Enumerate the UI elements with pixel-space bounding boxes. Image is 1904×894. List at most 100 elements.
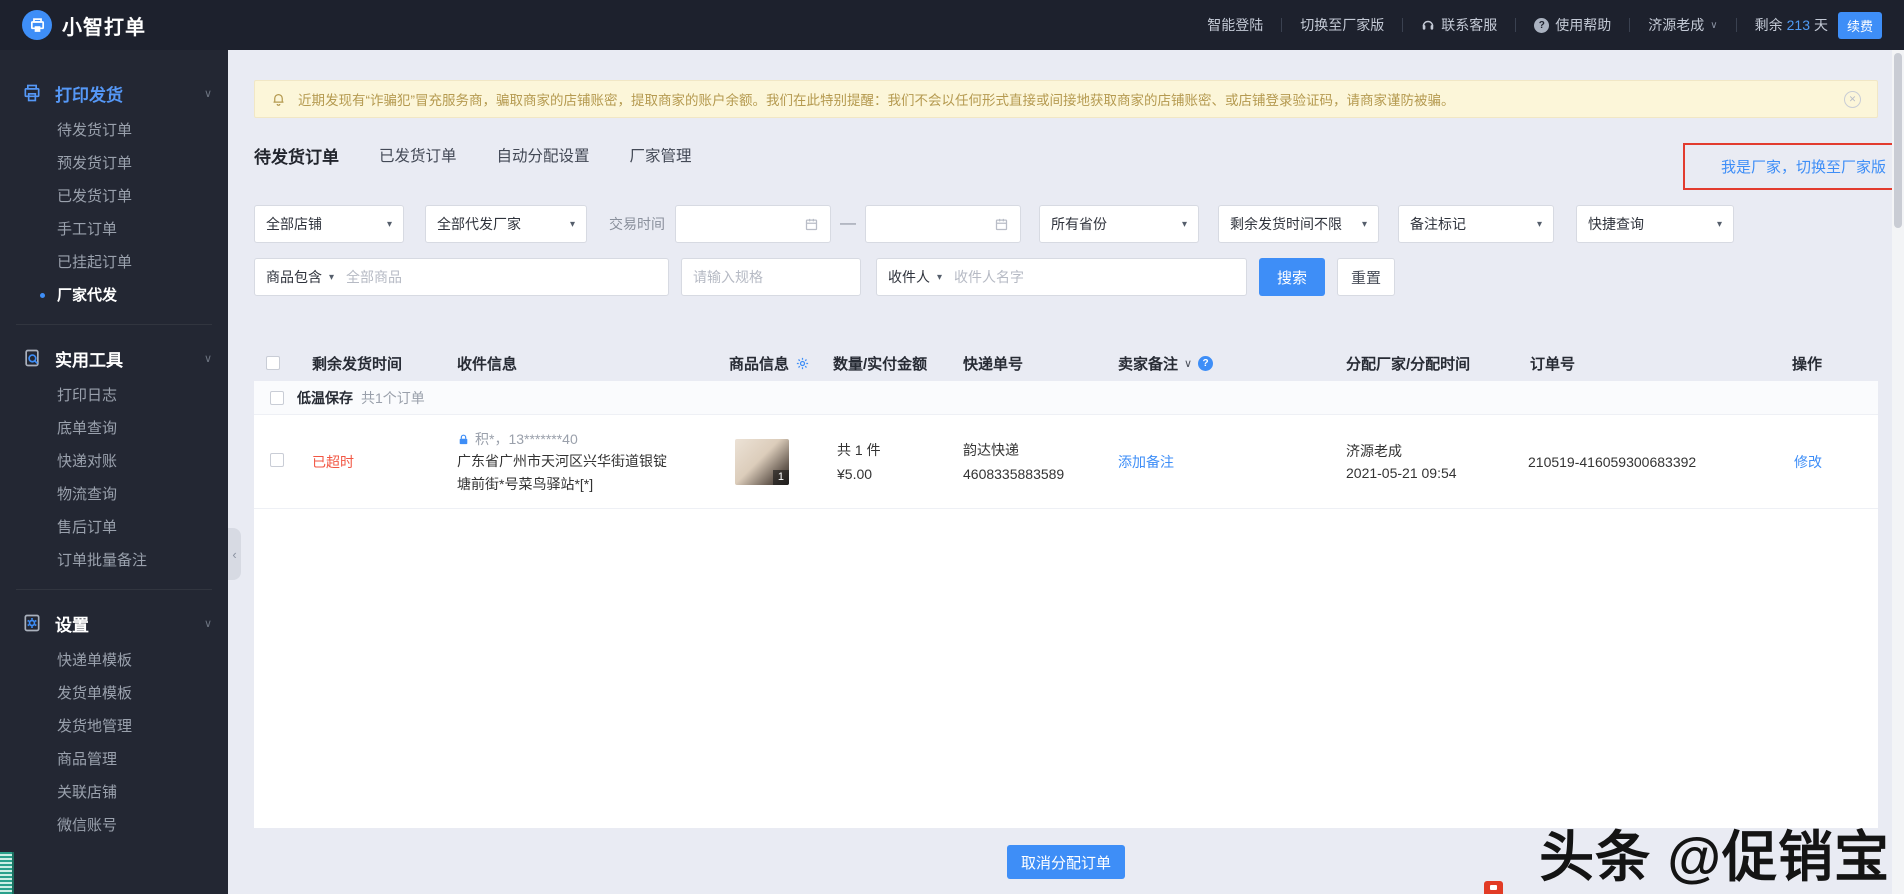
help-link[interactable]: ? 使用帮助 <box>1534 15 1611 35</box>
sidebar-item-order-batch-remark[interactable]: 订单批量备注 <box>0 544 228 577</box>
remark-tag-select[interactable]: 备注标记 ▾ <box>1398 205 1554 243</box>
contact-service-link[interactable]: 联系客服 <box>1421 15 1497 35</box>
spec-input-wrap <box>681 258 861 296</box>
province-select[interactable]: 所有省份 ▾ <box>1039 205 1199 243</box>
sidebar-collapse-handle[interactable]: ‹ <box>228 528 241 580</box>
sidebar-item-receipt-query[interactable]: 底单查询 <box>0 412 228 445</box>
renew-button[interactable]: 续费 <box>1837 11 1882 39</box>
divider <box>1629 18 1631 32</box>
caret-down-icon: ▾ <box>937 271 943 283</box>
warning-banner-text: 近期发现有“诈骗犯”冒充服务商，骗取商家的店铺账密，提取商家的账户余额。我们在此… <box>298 93 1455 108</box>
chevron-down-icon: ∨ <box>203 352 212 365</box>
tab-pending-orders[interactable]: 待发货订单 <box>254 143 339 168</box>
user-menu[interactable]: 济源老成 ∨ <box>1648 15 1717 35</box>
sidebar-item-courier-reconcile[interactable]: 快递对账 <box>0 445 228 478</box>
remaining-time-select[interactable]: 剩余发货时间不限 ▾ <box>1218 205 1379 243</box>
col-product-info: 商品信息 <box>717 353 829 374</box>
add-remark-link[interactable]: 添加备注 <box>1118 454 1174 470</box>
gear-icon[interactable] <box>795 356 810 371</box>
printer-icon <box>22 83 42 103</box>
courier-name: 韵达快递 <box>963 441 1019 458</box>
scrollbar[interactable] <box>1892 50 1904 894</box>
sidebar-item-linked-shops[interactable]: 关联店铺 <box>0 776 228 809</box>
scrollbar-thumb[interactable] <box>1894 53 1902 228</box>
sidebar-item-aftersale-orders[interactable]: 售后订单 <box>0 511 228 544</box>
sidebar-item-pending-ship-orders[interactable]: 待发货订单 <box>0 114 228 147</box>
col-tracking-no: 快递单号 <box>963 355 1024 373</box>
floating-red-icon[interactable] <box>1484 881 1503 894</box>
tab-factory-mgmt[interactable]: 厂家管理 <box>630 144 692 166</box>
caret-down-icon: ▾ <box>386 218 392 230</box>
sidebar-item-waybill-template[interactable]: 快递单模板 <box>0 644 228 677</box>
trade-time-start-input[interactable] <box>675 205 831 243</box>
recipient-masked: 积*，13*******40 <box>475 431 578 447</box>
group-checkbox[interactable] <box>270 390 284 405</box>
search-button[interactable]: 搜索 <box>1259 258 1325 296</box>
product-input[interactable] <box>346 269 657 285</box>
switch-factory-highlight-box: 我是厂家，切换至厂家版 <box>1683 143 1902 190</box>
trade-time-end-input[interactable] <box>865 205 1021 243</box>
sidebar-item-shiplist-template[interactable]: 发货单模板 <box>0 677 228 710</box>
lock-icon[interactable] <box>457 433 470 446</box>
gear-icon <box>22 613 42 633</box>
modify-link[interactable]: 修改 <box>1794 454 1822 470</box>
doc-search-icon <box>22 348 42 368</box>
quick-query-select[interactable]: 快捷查询 ▾ <box>1576 205 1734 243</box>
username: 济源老成 <box>1648 17 1705 33</box>
chevron-down-icon[interactable]: ∨ <box>1184 357 1192 370</box>
cancel-assign-button[interactable]: 取消分配订单 <box>1006 845 1125 879</box>
address-line-2: 塘前街*号菜鸟驿站*[*] <box>457 475 594 492</box>
row-checkbox[interactable] <box>270 453 284 468</box>
sidebar-item-factory-dropship[interactable]: 厂家代发 <box>0 279 228 312</box>
caret-down-icon: ▾ <box>1536 218 1542 230</box>
switch-factory-link[interactable]: 切换至厂家版 <box>1300 15 1384 35</box>
sidebar-item-wechat-account[interactable]: 微信账号 <box>0 809 228 842</box>
recipient-info: 积*，13*******40 广东省广州市天河区兴华街道银锭 塘前街*号菜鸟驿站… <box>445 428 717 495</box>
product-image[interactable]: 1 <box>735 438 789 485</box>
smart-login-link[interactable]: 智能登陆 <box>1207 15 1263 35</box>
sidebar-item-held-orders[interactable]: 已挂起订单 <box>0 246 228 279</box>
col-qty-amount: 数量/实付金额 <box>833 355 928 373</box>
shop-select[interactable]: 全部店铺 ▾ <box>254 205 404 243</box>
sidebar-item-ship-address-mgmt[interactable]: 发货地管理 <box>0 710 228 743</box>
receiver-name-input[interactable] <box>954 269 1235 285</box>
chevron-down-icon: ∨ <box>1710 19 1718 31</box>
product-contains-combo: 商品包含 ▾ <box>254 258 669 296</box>
product-contains-select[interactable]: 商品包含 ▾ <box>266 267 334 287</box>
brand-name: 小智打单 <box>62 16 146 39</box>
caret-down-icon: ▾ <box>569 218 575 230</box>
reset-button[interactable]: 重置 <box>1337 258 1395 296</box>
brand[interactable]: 小智打单 <box>22 10 146 40</box>
receiver-select[interactable]: 收件人 ▾ <box>888 267 942 287</box>
sidebar-item-pre-ship-orders[interactable]: 预发货订单 <box>0 147 228 180</box>
sidebar-item-print-logs[interactable]: 打印日志 <box>0 379 228 412</box>
question-icon: ? <box>1534 17 1550 33</box>
col-order-no: 订单号 <box>1530 355 1576 373</box>
switch-to-factory-link[interactable]: 我是厂家，切换至厂家版 <box>1721 156 1886 177</box>
tab-shipped-orders[interactable]: 已发货订单 <box>379 144 457 166</box>
help-icon[interactable]: ? <box>1198 355 1214 371</box>
sidebar-section-tools[interactable]: 实用工具 ∨ <box>0 337 228 379</box>
spec-input[interactable] <box>693 269 849 285</box>
sidebar-item-product-mgmt[interactable]: 商品管理 <box>0 743 228 776</box>
decoration-stripes <box>0 852 14 894</box>
sidebar-item-shipped-orders[interactable]: 已发货订单 <box>0 180 228 213</box>
close-icon[interactable]: ✕ <box>1844 90 1861 108</box>
product-qty-badge: 1 <box>772 469 789 485</box>
tab-auto-assign-settings[interactable]: 自动分配设置 <box>497 144 590 166</box>
main-content: 近期发现有“诈骗犯”冒充服务商，骗取商家的店铺账密，提取商家的账户余额。我们在此… <box>228 50 1904 894</box>
divider <box>1402 18 1404 32</box>
sidebar-item-manual-orders[interactable]: 手工订单 <box>0 213 228 246</box>
sidebar-section-settings[interactable]: 设置 ∨ <box>0 602 228 644</box>
filter-row-1: 全部店铺 ▾ 全部代发厂家 ▾ 交易时间 — 所有省份 ▾ 剩余发货时间不限 ▾… <box>254 205 1878 243</box>
sidebar-section-print-ship[interactable]: 打印发货 ∨ <box>0 72 228 114</box>
divider <box>1515 18 1517 32</box>
group-order-count: 共1个订单 <box>361 389 425 406</box>
group-tag: 低温保存 <box>297 389 353 406</box>
trade-time-label: 交易时间 <box>609 216 665 232</box>
remaining-days: 剩余 213 天 <box>1754 17 1828 33</box>
factory-assign-cell: 济源老成 2021-05-21 09:54 <box>1344 440 1528 484</box>
sidebar-item-logistics-query[interactable]: 物流查询 <box>0 478 228 511</box>
factory-select[interactable]: 全部代发厂家 ▾ <box>425 205 587 243</box>
select-all-checkbox[interactable] <box>266 356 280 370</box>
